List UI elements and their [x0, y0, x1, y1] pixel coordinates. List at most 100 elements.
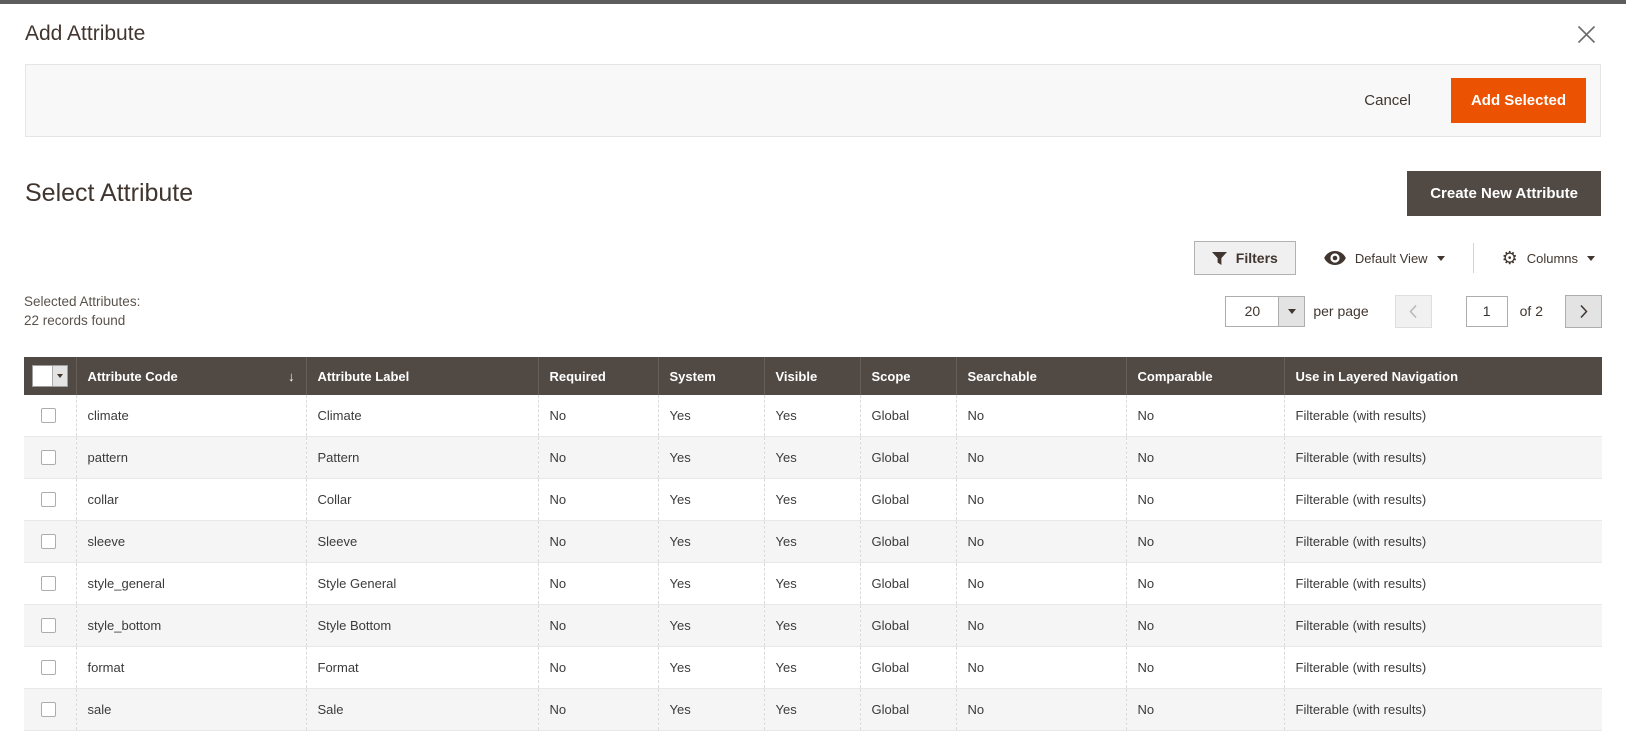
page-size-select[interactable]: 20 [1225, 295, 1306, 327]
row-checkbox[interactable] [41, 576, 56, 591]
selected-attributes-label: Selected Attributes: [24, 294, 141, 309]
row-checkbox-cell [24, 520, 76, 563]
column-header-label: Visible [775, 368, 818, 384]
cell-scope: Global [859, 478, 956, 521]
cell-searchable: No [955, 604, 1126, 647]
caret-down-icon [52, 366, 67, 386]
sort-desc-icon: ↓ [288, 368, 295, 384]
caret-down-icon [1278, 296, 1305, 326]
column-header-system[interactable]: System [657, 357, 764, 395]
table-row: format Format No Yes Yes Global No No Filterable… [24, 646, 1602, 689]
table-row: style_general Style General No Yes Yes Global… [24, 562, 1602, 605]
cell-required: No [537, 604, 658, 647]
total-pages-label: of 2 [1519, 303, 1543, 319]
table-row: sale Sale No Yes Yes Global No No Filterable (wi… [24, 688, 1602, 731]
cell-scope: Global [859, 604, 956, 647]
columns-control[interactable]: ⚙ Columns [1496, 248, 1601, 268]
cell-system: Yes [657, 688, 764, 731]
cell-system: Yes [657, 604, 764, 647]
chevron-down-icon [1436, 255, 1445, 261]
cell-code: format [75, 646, 306, 689]
row-checkbox-cell [24, 604, 76, 647]
close-icon [1576, 25, 1597, 48]
cell-visible: Yes [763, 436, 860, 479]
table-row: collar Collar No Yes Yes Global No No Filterable… [24, 478, 1602, 521]
filters-button[interactable]: Filters [1193, 241, 1296, 275]
eye-icon [1324, 251, 1346, 265]
grid-toolbar: Filters Default View ⚙ Columns [25, 240, 1601, 276]
per-page-label: per page [1313, 303, 1369, 319]
row-checkbox[interactable] [41, 534, 56, 549]
column-header-comparable[interactable]: Comparable [1125, 357, 1284, 395]
view-switcher[interactable]: Default View [1318, 250, 1451, 267]
cell-code: style_general [75, 562, 306, 605]
column-header-label: Attribute Code [87, 368, 178, 384]
cell-visible: Yes [763, 562, 860, 605]
cell-required: No [537, 395, 658, 437]
select-all-checkbox[interactable] [33, 366, 52, 386]
cell-code: style_bottom [75, 604, 306, 647]
row-checkbox[interactable] [41, 492, 56, 507]
column-header-code[interactable]: Attribute Code ↓ [75, 357, 306, 395]
column-header-label: Searchable [967, 368, 1037, 384]
column-header-label[interactable]: Attribute Label [305, 357, 538, 395]
records-status: Selected Attributes: 22 records found [24, 292, 140, 330]
chevron-down-icon [1587, 255, 1595, 261]
next-page-button[interactable] [1565, 294, 1602, 328]
cell-scope: Global [859, 646, 956, 689]
prev-page-button[interactable] [1394, 294, 1432, 328]
column-header-layered[interactable]: Use in Layered Navigation [1283, 357, 1602, 395]
row-checkbox-cell [24, 478, 76, 521]
cell-scope: Global [859, 395, 956, 437]
row-checkbox[interactable] [41, 618, 56, 633]
cell-searchable: No [955, 478, 1126, 521]
cell-comparable: No [1125, 436, 1284, 479]
row-checkbox[interactable] [41, 408, 56, 423]
column-header-scope[interactable]: Scope [859, 357, 956, 395]
table-row: climate Climate No Yes Yes Global No No Filterab… [24, 395, 1602, 437]
column-header-required[interactable]: Required [537, 357, 658, 395]
records-found-label: 22 records found [24, 313, 126, 328]
cell-system: Yes [657, 395, 764, 437]
cancel-button[interactable]: Cancel [1358, 91, 1417, 110]
cell-layered: Filterable (with results) [1283, 520, 1602, 563]
current-page-input[interactable] [1465, 295, 1508, 327]
modal-action-bar: Cancel Add Selected [25, 64, 1601, 137]
cell-comparable: No [1125, 562, 1284, 605]
cell-searchable: No [955, 688, 1126, 731]
cell-visible: Yes [763, 520, 860, 563]
cell-comparable: No [1125, 520, 1284, 563]
grid-header-row: Attribute Code ↓ Attribute Label Required Sy… [24, 357, 1602, 395]
close-button[interactable] [1572, 20, 1601, 49]
row-checkbox-cell [24, 395, 76, 437]
chevron-right-icon [1579, 304, 1589, 319]
cell-scope: Global [859, 688, 956, 731]
filter-funnel-icon [1211, 251, 1227, 265]
cell-code: pattern [75, 436, 306, 479]
cell-system: Yes [657, 478, 764, 521]
add-selected-button[interactable]: Add Selected [1450, 78, 1586, 123]
column-header-visible[interactable]: Visible [763, 357, 860, 395]
column-header-label: System [669, 368, 716, 384]
row-checkbox[interactable] [41, 660, 56, 675]
row-checkbox[interactable] [41, 702, 56, 717]
cell-comparable: No [1125, 604, 1284, 647]
cell-visible: Yes [763, 688, 860, 731]
cell-required: No [537, 562, 658, 605]
page-size-value: 20 [1244, 303, 1261, 319]
column-header-label: Required [549, 368, 606, 384]
row-checkbox[interactable] [41, 450, 56, 465]
cell-layered: Filterable (with results) [1283, 562, 1602, 605]
cell-label: Format [305, 646, 538, 689]
column-header-searchable[interactable]: Searchable [955, 357, 1126, 395]
cell-required: No [537, 646, 658, 689]
cell-layered: Filterable (with results) [1283, 688, 1602, 731]
cell-searchable: No [955, 646, 1126, 689]
select-all-dropdown[interactable] [32, 365, 68, 387]
create-new-attribute-button[interactable]: Create New Attribute [1407, 171, 1601, 216]
row-checkbox-cell [24, 436, 76, 479]
cell-visible: Yes [763, 395, 860, 437]
cell-code: collar [75, 478, 306, 521]
gear-icon: ⚙ [1501, 248, 1518, 268]
cell-searchable: No [955, 520, 1126, 563]
